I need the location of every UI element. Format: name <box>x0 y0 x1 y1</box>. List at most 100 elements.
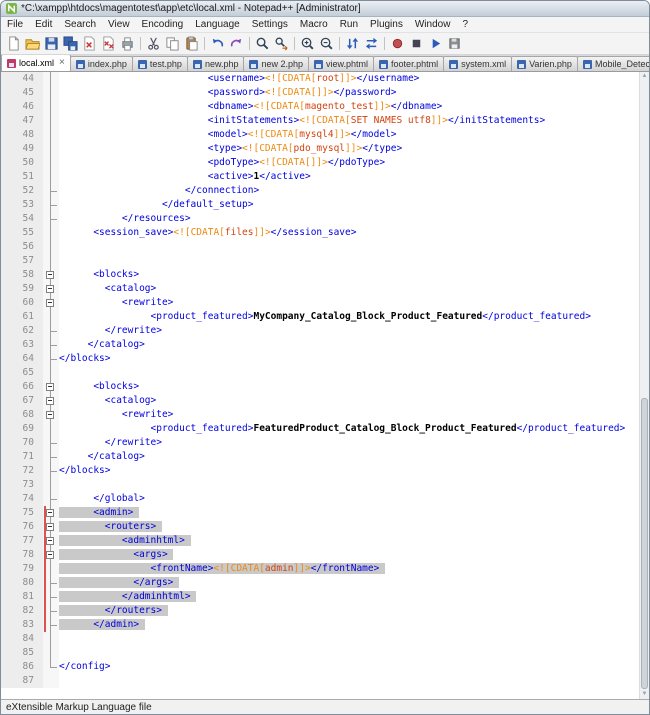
code-line: 50 <pdoType><![CDATA[]]></pdoType> <box>1 156 640 170</box>
close-file-button[interactable] <box>80 34 99 53</box>
code-text: <rewrite> <box>121 297 174 308</box>
line-number: 62 <box>1 324 43 338</box>
fold-toggle[interactable] <box>46 271 54 279</box>
fold-toggle[interactable] <box>46 397 54 405</box>
tab-footer.phtml[interactable]: footer.phtml <box>373 56 445 71</box>
fold-margin-cell <box>43 128 59 142</box>
code-line: 82 </routers> <box>1 604 640 618</box>
code-line: 73 <box>1 478 640 492</box>
save-file-button[interactable] <box>42 34 61 53</box>
fold-margin-cell <box>43 198 59 212</box>
menu-item-file[interactable]: File <box>1 18 29 31</box>
scroll-down-icon[interactable] <box>640 690 649 699</box>
line-number: 70 <box>1 436 43 450</box>
save-file-icon <box>45 37 58 50</box>
print-button[interactable] <box>118 34 137 53</box>
fold-guide-line <box>50 646 51 660</box>
tab-Varien.php[interactable]: Varien.php <box>511 56 578 71</box>
fold-margin-cell <box>43 408 59 422</box>
line-number: 77 <box>1 534 43 548</box>
sync-vertical-button[interactable] <box>343 34 362 53</box>
code-line: 76 <routers> <box>1 520 640 534</box>
menu-item-window[interactable]: Window <box>409 18 457 31</box>
menu-item-settings[interactable]: Settings <box>246 18 294 31</box>
line-number: 47 <box>1 114 43 128</box>
editor[interactable]: 44 <username><![CDATA[root]]></username>… <box>1 72 649 699</box>
change-marker <box>44 590 46 604</box>
code-text: <args> <box>59 548 640 562</box>
fold-toggle[interactable] <box>46 299 54 307</box>
fold-toggle[interactable] <box>46 523 54 531</box>
new-file-button[interactable] <box>4 34 23 53</box>
zoom-in-button[interactable] <box>298 34 317 53</box>
fold-guide-line <box>50 100 51 114</box>
code-line: 65 <box>1 366 640 380</box>
line-number: 66 <box>1 380 43 394</box>
code-text: </config> <box>59 661 111 672</box>
tab-local.xml[interactable]: local.xml <box>1 55 71 71</box>
menu-item-search[interactable]: Search <box>58 18 102 31</box>
fold-margin-cell <box>43 562 59 576</box>
replace-button[interactable] <box>272 34 291 53</box>
menu-item-run[interactable]: Run <box>334 18 364 31</box>
menu-item-edit[interactable]: Edit <box>29 18 58 31</box>
tab-new.php[interactable]: new.php <box>186 56 245 71</box>
tab-system.xml[interactable]: system.xml <box>443 56 513 71</box>
code-line: 52 </connection> <box>1 184 640 198</box>
tab-Mobile_Detect.php[interactable]: Mobile_Detect.php <box>576 56 649 71</box>
line-number: 85 <box>1 646 43 660</box>
macro-play-button[interactable] <box>426 34 445 53</box>
macro-record-button[interactable] <box>388 34 407 53</box>
fold-toggle[interactable] <box>46 551 54 559</box>
tab-index.php[interactable]: index.php <box>69 56 133 71</box>
menu-item-macro[interactable]: Macro <box>294 18 334 31</box>
redo-button[interactable] <box>227 34 246 53</box>
scroll-up-icon[interactable] <box>640 72 649 81</box>
fold-margin-cell <box>43 618 59 632</box>
close-all-button[interactable] <box>99 34 118 53</box>
scrollbar-thumb[interactable] <box>641 398 648 689</box>
fold-toggle[interactable] <box>46 509 54 517</box>
menu-item-help[interactable]: ? <box>456 18 474 31</box>
tab-new_2.php[interactable]: new 2.php <box>243 56 310 71</box>
fold-guide-end <box>50 219 57 220</box>
fold-toggle[interactable] <box>46 537 54 545</box>
open-file-button[interactable] <box>23 34 42 53</box>
undo-button[interactable] <box>208 34 227 53</box>
code-line: 49 <type><![CDATA[pdo_mysql]]></type> <box>1 142 640 156</box>
menu-item-language[interactable]: Language <box>189 18 246 31</box>
menu-item-plugins[interactable]: Plugins <box>364 18 409 31</box>
menu-item-view[interactable]: View <box>102 18 136 31</box>
paste-button[interactable] <box>182 34 201 53</box>
tab-test.php[interactable]: test.php <box>131 56 188 71</box>
fold-margin-cell <box>43 534 59 548</box>
vertical-scrollbar[interactable] <box>639 72 649 699</box>
tab-label: test.php <box>149 59 182 69</box>
fold-toggle[interactable] <box>46 383 54 391</box>
title-bar[interactable]: *C:\xampp\htdocs\magentotest\app\etc\loc… <box>1 1 649 17</box>
tab-view.phtml[interactable]: view.phtml <box>308 56 375 71</box>
code-line: 86 </config> <box>1 660 640 674</box>
code-line: 63 </catalog> <box>1 338 640 352</box>
fold-toggle[interactable] <box>46 285 54 293</box>
notepadpp-window: *C:\xampp\htdocs\magentotest\app\etc\loc… <box>0 0 650 715</box>
find-button[interactable] <box>253 34 272 53</box>
copy-button[interactable] <box>163 34 182 53</box>
menu-item-encoding[interactable]: Encoding <box>136 18 190 31</box>
macro-stop-button[interactable] <box>407 34 426 53</box>
code-line: 72 </blocks> <box>1 464 640 478</box>
fold-toggle[interactable] <box>46 411 54 419</box>
change-marker <box>44 562 46 576</box>
close-icon[interactable] <box>59 58 65 68</box>
line-number: 67 <box>1 394 43 408</box>
sync-horizontal-button[interactable] <box>362 34 381 53</box>
cut-button[interactable] <box>144 34 163 53</box>
line-number: 69 <box>1 422 43 436</box>
fold-guide-line <box>50 240 51 254</box>
line-number: 46 <box>1 100 43 114</box>
code-text: </catalog> <box>87 339 145 350</box>
tab-label: new 2.php <box>261 59 304 69</box>
save-all-button[interactable] <box>61 34 80 53</box>
zoom-out-button[interactable] <box>317 34 336 53</box>
macro-save-button[interactable] <box>445 34 464 53</box>
